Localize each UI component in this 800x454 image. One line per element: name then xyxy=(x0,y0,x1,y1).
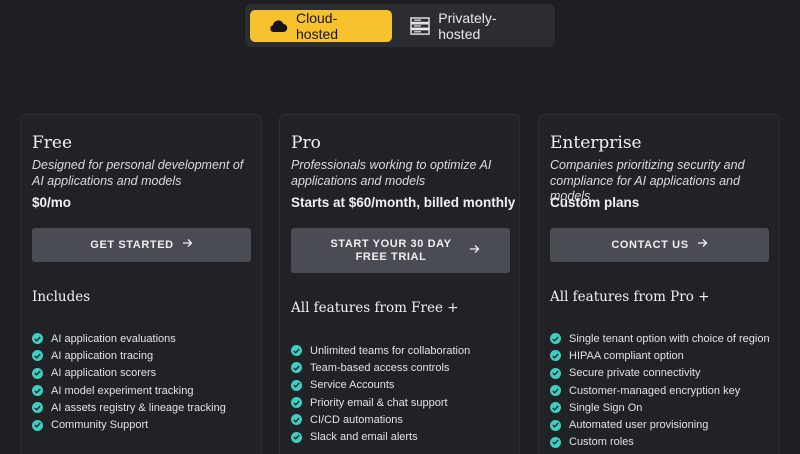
list-item: Automated user provisioning xyxy=(550,416,770,433)
plan-price: $0/mo xyxy=(32,195,72,210)
feature-text: Service Accounts xyxy=(310,379,395,392)
feature-text: Customer-managed encryption key xyxy=(569,384,741,397)
list-item: AI application scorers xyxy=(32,365,226,382)
cloud-hosted-label: Cloud-hosted xyxy=(296,9,339,42)
arrow-right-icon xyxy=(697,238,708,252)
feature-text: Custom roles xyxy=(569,436,634,449)
plan-card-free: Free Designed for personal development o… xyxy=(20,114,262,454)
pricing-cards: Free Designed for personal development o… xyxy=(20,114,780,454)
feature-text: HIPAA compliant option xyxy=(569,349,684,362)
cta-label: START YOUR 30 DAY FREE TRIAL xyxy=(330,237,452,263)
check-icon xyxy=(291,362,302,374)
get-started-button[interactable]: GET STARTED xyxy=(32,228,251,262)
check-icon xyxy=(550,419,561,431)
cta-label: CONTACT US xyxy=(611,238,689,251)
check-icon xyxy=(32,385,43,397)
list-item: Single tenant option with choice of regi… xyxy=(550,330,770,347)
feature-text: AI application scorers xyxy=(51,367,157,380)
feature-list: Single tenant option with choice of regi… xyxy=(550,330,770,451)
list-item: Service Accounts xyxy=(291,377,470,394)
contact-us-button[interactable]: CONTACT US xyxy=(550,228,769,262)
check-icon xyxy=(550,367,561,379)
feature-text: CI/CD automations xyxy=(310,413,403,426)
arrow-right-icon xyxy=(469,244,480,258)
list-item: AI application tracing xyxy=(32,347,226,364)
feature-text: Single tenant option with choice of regi… xyxy=(569,332,770,345)
plan-description: Designed for personal development of AI … xyxy=(32,158,244,188)
plan-name: Pro xyxy=(291,133,321,153)
feature-list: AI application evaluations AI applicatio… xyxy=(32,330,226,434)
check-icon xyxy=(32,367,43,379)
list-item: AI application evaluations xyxy=(32,330,226,347)
list-item: Custom roles xyxy=(550,434,770,451)
list-item: HIPAA compliant option xyxy=(550,347,770,364)
list-item: AI model experiment tracking xyxy=(32,382,226,399)
feature-text: Single Sign On xyxy=(569,401,643,414)
features-title: All features from Pro + xyxy=(550,289,710,305)
feature-text: AI application evaluations xyxy=(51,332,176,345)
features-title: All features from Free + xyxy=(291,300,459,316)
feature-text: AI assets registry & lineage tracking xyxy=(51,401,226,414)
cloud-icon xyxy=(268,18,288,34)
check-icon xyxy=(291,397,302,409)
cta-label: GET STARTED xyxy=(90,238,174,251)
list-item: Slack and email alerts xyxy=(291,428,470,445)
plan-name: Free xyxy=(32,133,73,153)
check-icon xyxy=(291,414,302,426)
check-icon xyxy=(291,345,302,357)
check-icon xyxy=(291,379,302,391)
list-item: CI/CD automations xyxy=(291,411,470,428)
privately-hosted-label: Privately-hosted xyxy=(438,9,497,42)
check-icon xyxy=(32,402,43,414)
plan-card-enterprise: Enterprise Companies prioritizing securi… xyxy=(538,114,780,454)
arrow-right-icon xyxy=(182,238,193,252)
feature-text: Automated user provisioning xyxy=(569,419,709,432)
check-icon xyxy=(550,402,561,414)
features-title: Includes xyxy=(32,289,91,305)
feature-text: Unlimited teams for collaboration xyxy=(310,344,471,357)
start-trial-button[interactable]: START YOUR 30 DAY FREE TRIAL xyxy=(291,228,510,273)
plan-description: Professionals working to optimize AI app… xyxy=(291,158,492,188)
list-item: Customer-managed encryption key xyxy=(550,382,770,399)
feature-text: Priority email & chat support xyxy=(310,396,448,409)
list-item: Team-based access controls xyxy=(291,359,470,376)
feature-text: AI model experiment tracking xyxy=(51,384,194,397)
list-item: Secure private connectivity xyxy=(550,365,770,382)
check-icon xyxy=(32,333,43,345)
list-item: Single Sign On xyxy=(550,399,770,416)
privately-hosted-tab[interactable]: Privately-hosted xyxy=(392,10,550,42)
feature-text: Secure private connectivity xyxy=(569,367,701,380)
feature-text: AI application tracing xyxy=(51,349,154,362)
server-icon xyxy=(410,16,430,35)
check-icon xyxy=(550,350,561,362)
list-item: Unlimited teams for collaboration xyxy=(291,342,470,359)
plan-price: Custom plans xyxy=(550,195,640,210)
list-item: Priority email & chat support xyxy=(291,394,470,411)
hosting-toggle: Cloud-hosted Privately-hosted xyxy=(245,4,555,47)
plan-name: Enterprise xyxy=(550,133,642,153)
cloud-hosted-tab[interactable]: Cloud-hosted xyxy=(250,9,393,42)
check-icon xyxy=(550,385,561,397)
feature-text: Team-based access controls xyxy=(310,361,450,374)
plan-card-pro: Pro Professionals working to optimize AI… xyxy=(279,114,520,454)
check-icon xyxy=(550,436,561,448)
plan-price: Starts at $60/month, billed monthly xyxy=(291,195,516,210)
check-icon xyxy=(32,419,43,431)
list-item: Community Support xyxy=(32,416,226,433)
check-icon xyxy=(32,350,43,362)
feature-text: Slack and email alerts xyxy=(310,431,418,444)
check-icon xyxy=(550,333,561,345)
feature-list: Unlimited teams for collaboration Team-b… xyxy=(291,342,470,446)
check-icon xyxy=(291,431,302,443)
feature-text: Community Support xyxy=(51,419,149,432)
list-item: AI assets registry & lineage tracking xyxy=(32,399,226,416)
